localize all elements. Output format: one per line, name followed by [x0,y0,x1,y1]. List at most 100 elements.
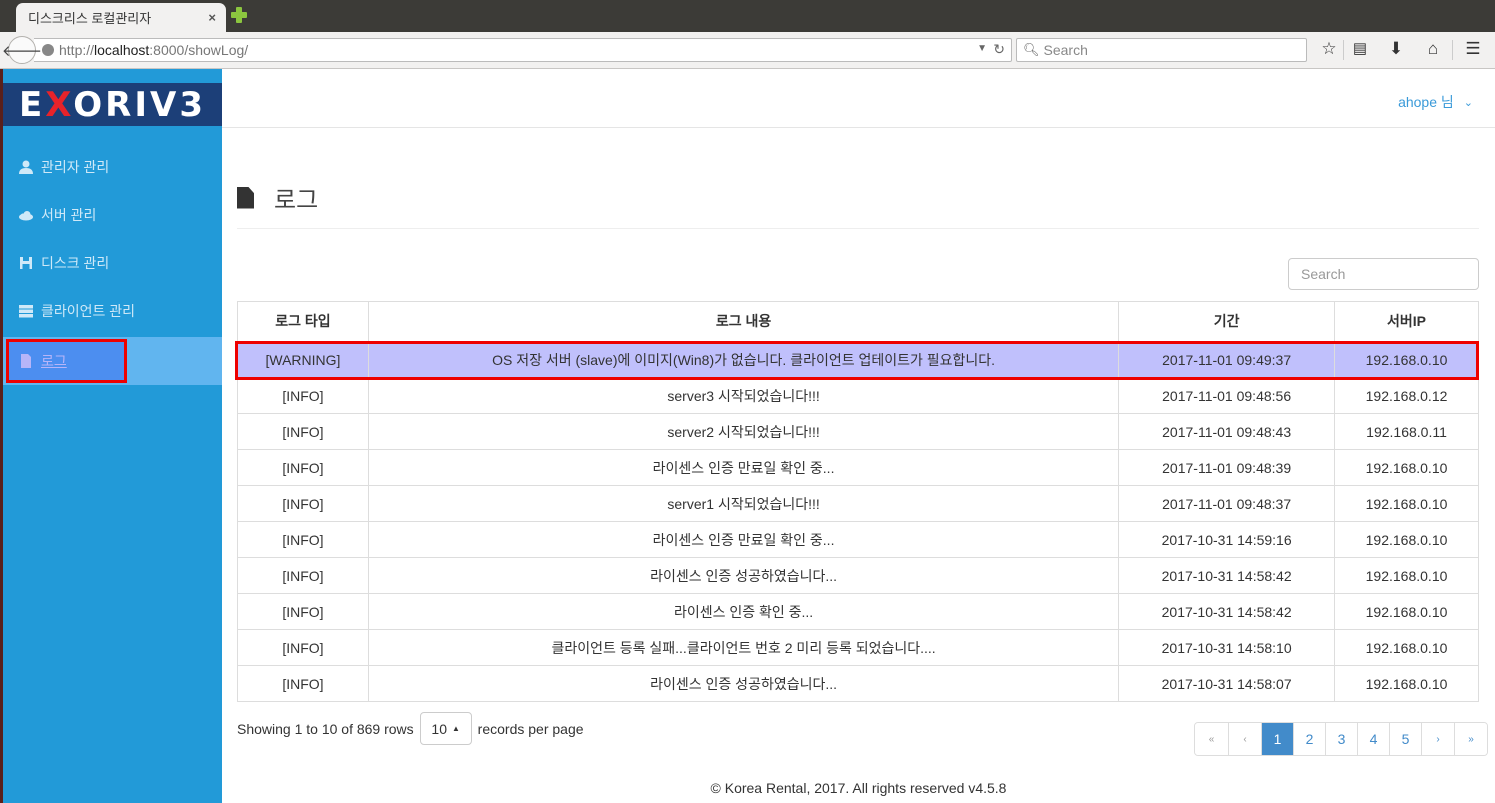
cell-server-ip: 192.168.0.11 [1334,413,1479,450]
cell-server-ip: 192.168.0.12 [1334,377,1479,414]
cell-log-message: 라이센스 인증 성공하였습니다... [367,665,1120,702]
table-row[interactable]: [INFO] server3 시작되었습니다!!! 2017-11-01 09:48… [237,377,1479,414]
sidebar-item-label: 서버 관리 [41,207,97,223]
cell-log-type: [INFO] [237,629,369,666]
footer-copyright: © Korea Rental, 2017. All rights reserve… [710,780,1007,796]
sidebar-item-label: 디스크 관리 [41,255,110,271]
cell-time: 2017-11-01 09:48:43 [1118,413,1336,450]
page-first-button[interactable]: « [1195,723,1228,755]
sidebar-item-log[interactable]: 로그 [3,337,222,385]
cell-time: 2017-11-01 09:49:37 [1118,341,1336,378]
page-button-4[interactable]: 4 [1357,723,1389,755]
browser-tab[interactable]: 디스크리스 로컬관리자 × [16,3,226,32]
cell-server-ip: 192.168.0.10 [1334,341,1479,378]
cell-time: 2017-10-31 14:58:42 [1118,593,1336,630]
cell-log-type: [INFO] [237,665,369,702]
column-header-server-ip[interactable]: 서버IP [1334,301,1479,343]
floppy-disk-icon [19,256,33,270]
page-title: 로그 [237,180,318,215]
url-dropdown-icon[interactable]: ▼ [977,43,987,54]
page-next-button[interactable]: › [1421,723,1454,755]
globe-icon [42,44,54,56]
cell-log-message: server1 시작되었습니다!!! [367,485,1120,522]
sidebar-item-admin[interactable]: 관리자 관리 [3,143,222,191]
tab-title: 디스크리스 로컬관리자 [28,11,152,26]
page-button-1[interactable]: 1 [1261,723,1293,755]
page-size-value: 10 [431,720,447,737]
table-row[interactable]: [INFO] 라이센스 인증 만료일 확인 중... 2017-10-31 14:5… [237,521,1479,558]
cell-log-message: 클라이언트 등록 실패...클라이언트 번호 2 미리 등록 되었습니다.... [367,629,1120,666]
document-icon [237,186,254,209]
cell-log-message: server3 시작되었습니다!!! [367,377,1120,414]
logo[interactable]: EXORIV3 [3,83,222,126]
table-search-input[interactable] [1288,258,1479,290]
download-icon[interactable]: ⬇ [1385,39,1407,59]
pagination-info: Showing 1 to 10 of 869 rows 10 ▲ records … [237,712,584,745]
browser-tab-bar: 디스크리스 로컬관리자 × [0,0,1495,32]
cell-server-ip: 192.168.0.10 [1334,449,1479,486]
table-row[interactable]: [INFO] 라이센스 인증 확인 중... 2017-10-31 14:58:42… [237,593,1479,630]
menu-icon[interactable]: ☰ [1462,39,1484,59]
cell-log-message: OS 저장 서버 (slave)에 이미지(Win8)가 없습니다. 클라이언트… [367,341,1120,378]
page-button-5[interactable]: 5 [1389,723,1421,755]
table-row[interactable]: [WARNING] OS 저장 서버 (slave)에 이미지(Win8)가 없습… [237,341,1479,378]
browser-nav-bar: http://localhost:8000/showLog/ ▼ ↻ 🡐 🔍︎ … [0,32,1495,69]
sidebar-item-client[interactable]: 클라이언트 관리 [3,287,222,335]
browser-search-placeholder: Search [1043,42,1088,58]
browser-search-input[interactable]: 🔍︎ Search [1016,38,1307,62]
table-row[interactable]: [INFO] 라이센스 인증 성공하였습니다... 2017-10-31 14:58… [237,557,1479,594]
new-tab-plus-icon[interactable] [230,6,248,24]
page-last-button[interactable]: » [1454,723,1487,755]
page-button-2[interactable]: 2 [1293,723,1325,755]
cell-log-type: [INFO] [237,521,369,558]
server-stack-icon [19,304,33,318]
caret-up-icon: ▲ [452,724,460,733]
reading-list-icon[interactable]: ▤ [1349,39,1371,57]
table-row[interactable]: [INFO] 라이센스 인증 만료일 확인 중... 2017-11-01 09:4… [237,449,1479,486]
cell-log-message: 라이센스 인증 만료일 확인 중... [367,449,1120,486]
toolbar-separator [1343,40,1344,60]
cell-log-type: [INFO] [237,377,369,414]
column-header-time[interactable]: 기간 [1118,301,1336,343]
cell-time: 2017-11-01 09:48:56 [1118,377,1336,414]
cell-log-type: [INFO] [237,557,369,594]
rows-info-text: Showing 1 to 10 of 869 rows [237,720,414,737]
log-table: 로그 타입 로그 내용 기간 서버IP [WARNING] OS 저장 서버 (s… [237,301,1479,702]
table-row[interactable]: [INFO] server1 시작되었습니다!!! 2017-11-01 09:48… [237,485,1479,522]
cell-log-message: 라이센스 인증 확인 중... [367,593,1120,630]
column-header-log-message[interactable]: 로그 내용 [367,301,1120,343]
sidebar-item-disk[interactable]: 디스크 관리 [3,239,222,287]
url-prefix: http:// [59,42,95,58]
page-size-dropdown[interactable]: 10 ▲ [419,712,472,745]
cell-server-ip: 192.168.0.10 [1334,557,1479,594]
home-icon[interactable]: ⌂ [1422,39,1444,59]
cell-server-ip: 192.168.0.10 [1334,665,1479,702]
cell-time: 2017-10-31 14:59:16 [1118,521,1336,558]
url-bar[interactable]: http://localhost:8000/showLog/ ▼ ↻ [34,38,1012,62]
back-arrow-icon: 🡐 [1,42,43,60]
user-menu[interactable]: ahope 님 ⌄ [1398,92,1473,112]
page-prev-button[interactable]: ‹ [1228,723,1261,755]
reload-icon[interactable]: ↻ [993,41,1005,58]
user-icon [19,160,33,174]
cell-time: 2017-10-31 14:58:42 [1118,557,1336,594]
bookmark-star-icon[interactable]: ☆ [1318,39,1340,59]
chevron-down-icon: ⌄ [1463,96,1473,109]
column-header-log-type[interactable]: 로그 타입 [237,301,369,343]
table-header-row: 로그 타입 로그 내용 기간 서버IP [237,301,1479,343]
sidebar-item-server[interactable]: 서버 관리 [3,191,222,239]
sidebar-item-label: 로그 [41,353,67,369]
cell-log-type: [INFO] [237,413,369,450]
user-name: ahope 님 [1398,94,1454,110]
table-row[interactable]: [INFO] server2 시작되었습니다!!! 2017-11-01 09:48… [237,413,1479,450]
table-row[interactable]: [INFO] 클라이언트 등록 실패...클라이언트 번호 2 미리 등록 되었습… [237,629,1479,666]
table-row[interactable]: [INFO] 라이센스 인증 성공하였습니다... 2017-10-31 14:58… [237,665,1479,702]
back-button[interactable]: 🡐 [2,36,42,64]
document-icon [19,354,33,368]
records-per-page-label: records per page [477,720,584,737]
cell-log-type: [INFO] [237,593,369,630]
tab-close-icon[interactable]: × [208,10,216,25]
cell-time: 2017-10-31 14:58:07 [1118,665,1336,702]
cell-server-ip: 192.168.0.10 [1334,485,1479,522]
page-button-3[interactable]: 3 [1325,723,1357,755]
